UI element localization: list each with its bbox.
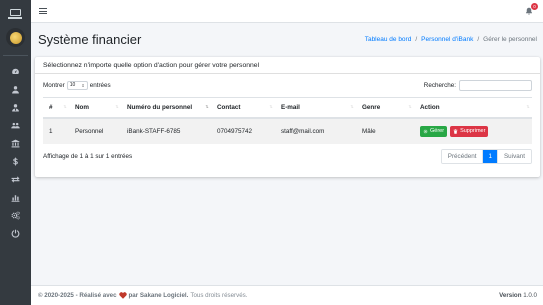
copyright-text: © 2020-2025 - Réalisé avec	[38, 292, 117, 299]
sidebar-nav	[0, 62, 31, 242]
laptop-icon	[8, 8, 22, 19]
card-header-text: Sélectionnez n'importe quelle option d'a…	[43, 61, 260, 69]
chart-bar-icon	[11, 194, 20, 202]
breadcrumb-dashboard-link[interactable]: Tableau de bord	[365, 36, 412, 43]
sidebar-item-logout[interactable]	[0, 224, 31, 242]
sort-active-icon: ↑↓	[205, 104, 209, 111]
card-header: Sélectionnez n'importe quelle option d'a…	[35, 57, 540, 74]
staff-table: # ↑↓ Nom ↑↓ Numéro du personnel ↑↓ Contact ↑…	[43, 97, 532, 144]
page-length-value: 10	[69, 82, 76, 88]
footer-copyright: © 2020-2025 - Réalisé avec par Sakane Lo…	[38, 292, 247, 299]
notifications-button[interactable]: 0	[523, 3, 538, 17]
manage-button[interactable]: Gérer	[420, 125, 448, 137]
breadcrumb-separator: /	[415, 35, 418, 43]
column-header-email[interactable]: E-mail ↑↓	[275, 97, 356, 119]
column-header-index[interactable]: # ↑↓	[43, 97, 69, 119]
sort-icon: ↑↓	[350, 104, 354, 111]
select-arrows-icon: ⇕	[81, 82, 85, 88]
manage-button-label: Gérer	[430, 128, 445, 134]
exchange-icon	[11, 175, 20, 183]
table-controls: Montrer 10 ⇕ entrées Recherche:	[43, 74, 532, 96]
sort-icon: ↑↓	[269, 104, 273, 111]
version-label: Version	[499, 292, 522, 299]
cell-actions: Gérer Supprimer	[414, 117, 532, 144]
sidebar-item-finances[interactable]	[0, 152, 31, 170]
bank-icon	[11, 139, 20, 147]
power-off-icon	[11, 229, 20, 238]
heart-icon	[118, 292, 127, 299]
show-label: Montrer	[43, 81, 65, 89]
column-header-gender[interactable]: Genre ↑↓	[356, 97, 414, 119]
sidebar-item-settings[interactable]	[0, 206, 31, 224]
pagination-previous[interactable]: Précédent	[441, 150, 484, 163]
pagination-next[interactable]: Suivant	[497, 150, 531, 163]
table-footer: Affichage de 1 à 1 sur 1 entrées Précéde…	[43, 144, 532, 170]
cell-index: 1	[43, 117, 69, 144]
sidebar-item-transfers[interactable]	[0, 170, 31, 188]
search-input[interactable]	[459, 79, 532, 91]
sidebar-item-profile[interactable]	[0, 80, 31, 98]
page-footer: © 2020-2025 - Réalisé avec par Sakane Lo…	[31, 285, 543, 305]
sort-icon: ↑↓	[115, 104, 119, 111]
user-tie-icon	[12, 103, 19, 111]
cell-contact: 0704975742	[211, 117, 275, 144]
sort-icon: ↑↓	[408, 104, 412, 111]
sidebar-item-dashboard[interactable]	[0, 62, 31, 80]
staff-card: Sélectionnez n'importe quelle option d'a…	[35, 57, 540, 177]
cogs-icon	[11, 211, 20, 219]
cell-name: Personnel	[69, 117, 121, 144]
search-label: Recherche:	[423, 81, 456, 89]
pagination: Précédent 1 Suivant	[440, 149, 532, 164]
trash-icon	[453, 128, 458, 134]
delete-button[interactable]: Supprimer	[450, 125, 489, 137]
delete-button-label: Supprimer	[460, 128, 486, 134]
page-length-control: Montrer 10 ⇕ entrées	[43, 80, 111, 90]
column-header-name[interactable]: Nom ↑↓	[69, 97, 121, 119]
breadcrumb-current: Gérer le personnel	[483, 35, 537, 43]
page-length-select[interactable]: 10 ⇕	[66, 80, 88, 90]
column-header-contact[interactable]: Contact ↑↓	[211, 97, 275, 119]
cell-staff-number: iBank-STAFF-6785	[121, 117, 211, 144]
table-row: 1 Personnel iBank-STAFF-6785 0704975742 …	[43, 117, 532, 144]
notification-badge: 0	[531, 3, 538, 10]
content-header: Système financier Tableau de bord / Pers…	[31, 24, 543, 54]
user-avatar[interactable]	[6, 28, 25, 47]
cell-gender: Mâle	[356, 117, 414, 144]
dollar-icon	[13, 157, 18, 165]
cogs-icon	[423, 129, 428, 133]
sidebar-item-accounts[interactable]	[0, 134, 31, 152]
breadcrumb-staff-link[interactable]: Personnel d'iBank	[421, 36, 473, 43]
sidebar-divider	[3, 55, 28, 56]
table-header-row: # ↑↓ Nom ↑↓ Numéro du personnel ↑↓ Contact ↑…	[43, 97, 532, 119]
sort-icon: ↑↓	[63, 104, 67, 111]
pagination-page-1[interactable]: 1	[483, 150, 498, 163]
avatar-image	[9, 31, 22, 44]
rights-text: Tous droits réservés.	[190, 292, 248, 299]
menu-toggle-icon[interactable]	[39, 8, 47, 14]
tachometer-icon	[12, 68, 19, 74]
version-value: 1.0.0	[523, 292, 537, 299]
footer-version: Version 1.0.0	[499, 292, 537, 299]
user-icon	[12, 85, 19, 93]
breadcrumb: Tableau de bord / Personnel d'iBank / Gé…	[365, 36, 537, 43]
author-text: par Sakane Logiciel.	[128, 292, 189, 299]
sort-icon: ↑↓	[526, 104, 530, 111]
column-header-action[interactable]: Action ↑↓	[414, 97, 532, 119]
page-title: Système financier	[38, 31, 142, 47]
table-search: Recherche:	[423, 79, 532, 91]
card-body: Montrer 10 ⇕ entrées Recherche: # ↑↓ Nom ↑…	[35, 74, 540, 170]
breadcrumb-separator: /	[477, 35, 480, 43]
top-navbar: 0	[31, 0, 543, 23]
cell-email: staff@mail.com	[275, 117, 356, 144]
sidebar-brand[interactable]	[0, 0, 31, 24]
table-info: Affichage de 1 à 1 sur 1 entrées	[43, 153, 133, 160]
sidebar-item-reports[interactable]	[0, 188, 31, 206]
users-icon	[11, 122, 20, 128]
column-header-staff-number[interactable]: Numéro du personnel ↑↓	[121, 97, 211, 119]
sidebar-item-staff[interactable]	[0, 98, 31, 116]
entries-label: entrées	[89, 81, 111, 89]
sidebar-item-clients[interactable]	[0, 116, 31, 134]
sidebar	[0, 0, 31, 305]
